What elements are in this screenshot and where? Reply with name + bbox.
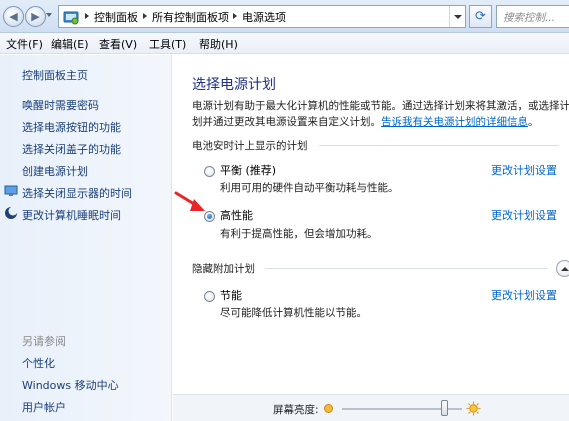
menu-help[interactable]: 帮助(H) [199, 36, 238, 52]
breadcrumb-power-options[interactable]: 电源选项 [242, 9, 286, 25]
moon-sleep-icon [5, 206, 18, 219]
back-button[interactable]: ◀ [3, 6, 24, 27]
recent-pages-dropdown[interactable] [46, 13, 52, 17]
address-dropdown-button[interactable] [449, 6, 465, 27]
breadcrumb-separator [85, 13, 89, 19]
breadcrumb-control-panel[interactable]: 控制面板 [94, 9, 138, 25]
menu-view[interactable]: 查看(V) [99, 36, 137, 52]
address-bar: ◀ ▶ 控制面板 所有控制面板项 电源选项 ⟳ 搜索控制... [0, 0, 569, 33]
menu-tools[interactable]: 工具(T) [149, 36, 186, 52]
menu-file[interactable]: 文件(F) [6, 36, 43, 52]
sidebar-item-sleep-time[interactable]: 更改计算机睡眠时间 [22, 207, 121, 223]
sidebar-item-close-lid[interactable]: 选择关闭盖子的功能 [22, 141, 121, 157]
red-annotation-arrow-icon [174, 191, 205, 211]
group-divider [265, 268, 548, 269]
main-content: 选择电源计划 电源计划有助于最大化计算机的性能或节能。通过选择计划来将其激活，或… [173, 55, 569, 421]
plan-name-balanced[interactable]: 平衡 (推荐) [220, 162, 276, 178]
dim-sun-icon [324, 404, 333, 413]
plan-desc-balanced: 利用可用的硬件自动平衡功耗与性能。 [220, 182, 399, 194]
forward-button[interactable]: ▶ [25, 6, 46, 27]
page-title: 选择电源计划 [192, 77, 276, 93]
plan-desc-power-saver: 尽可能降低计算机性能以节能。 [220, 307, 367, 319]
menu-edit[interactable]: 编辑(E) [51, 36, 89, 52]
left-sidebar: 控制面板主页 唤醒时需要密码 选择电源按钮的功能 选择关闭盖子的功能 创建电源计… [0, 55, 172, 421]
battery-plans-heading: 电池安时计上显示的计划 [192, 140, 308, 152]
change-plan-settings-power-saver[interactable]: 更改计划设置 [491, 287, 557, 303]
brightness-slider-thumb[interactable] [441, 400, 448, 416]
group-divider [319, 145, 559, 146]
collapse-chevron-icon[interactable] [556, 260, 569, 277]
breadcrumb-all-items[interactable]: 所有控制面板项 [152, 9, 229, 25]
sidebar-item-wake-password[interactable]: 唤醒时需要密码 [22, 97, 99, 113]
radio-balanced[interactable] [204, 166, 215, 177]
search-placeholder: 搜索控制... [503, 12, 556, 24]
breadcrumb-separator [143, 13, 147, 19]
sidebar-item-user-accounts[interactable]: 用户帐户 [22, 399, 66, 415]
hidden-plans-heading: 隐藏附加计划 [192, 263, 255, 275]
plan-name-high-performance[interactable]: 高性能 [220, 207, 253, 223]
brightness-label: 屏幕亮度: [273, 404, 319, 416]
search-input[interactable]: 搜索控制... [496, 5, 569, 28]
plan-desc-high-performance: 有利于提高性能，但会增加功耗。 [220, 228, 378, 240]
plan-name-power-saver[interactable]: 节能 [220, 287, 242, 303]
refresh-icon[interactable]: ⟳ [469, 5, 492, 28]
change-plan-settings-high-performance[interactable]: 更改计划设置 [491, 207, 557, 223]
see-also-heading: 另请参阅 [22, 335, 66, 348]
control-panel-icon [63, 11, 79, 25]
sidebar-item-control-panel-home[interactable]: 控制面板主页 [22, 67, 88, 83]
radio-power-saver[interactable] [204, 291, 215, 302]
brightness-bar: 屏幕亮度: [173, 394, 569, 421]
sidebar-item-create-plan[interactable]: 创建电源计划 [22, 163, 88, 179]
bright-sun-icon [466, 401, 481, 416]
sidebar-item-power-button[interactable]: 选择电源按钮的功能 [22, 119, 121, 135]
sidebar-item-personalization[interactable]: 个性化 [22, 355, 55, 371]
power-plan-help-link[interactable]: 告诉我有关电源计划的详细信息 [381, 116, 528, 128]
address-field[interactable]: 控制面板 所有控制面板项 电源选项 [58, 5, 466, 28]
sidebar-item-mobility-center[interactable]: Windows 移动中心 [22, 377, 119, 393]
breadcrumb-separator [233, 13, 237, 19]
menu-bar: 文件(F) 编辑(E) 查看(V) 工具(T) 帮助(H) [0, 33, 569, 54]
change-plan-settings-balanced[interactable]: 更改计划设置 [491, 162, 557, 178]
page-description: 电源计划有助于最大化计算机的性能或节能。通过选择计划来将其激活，或选择计划并通过… [192, 100, 569, 128]
sidebar-item-display-off-time[interactable]: 选择关闭显示器的时间 [22, 185, 132, 201]
monitor-icon [4, 185, 18, 196]
